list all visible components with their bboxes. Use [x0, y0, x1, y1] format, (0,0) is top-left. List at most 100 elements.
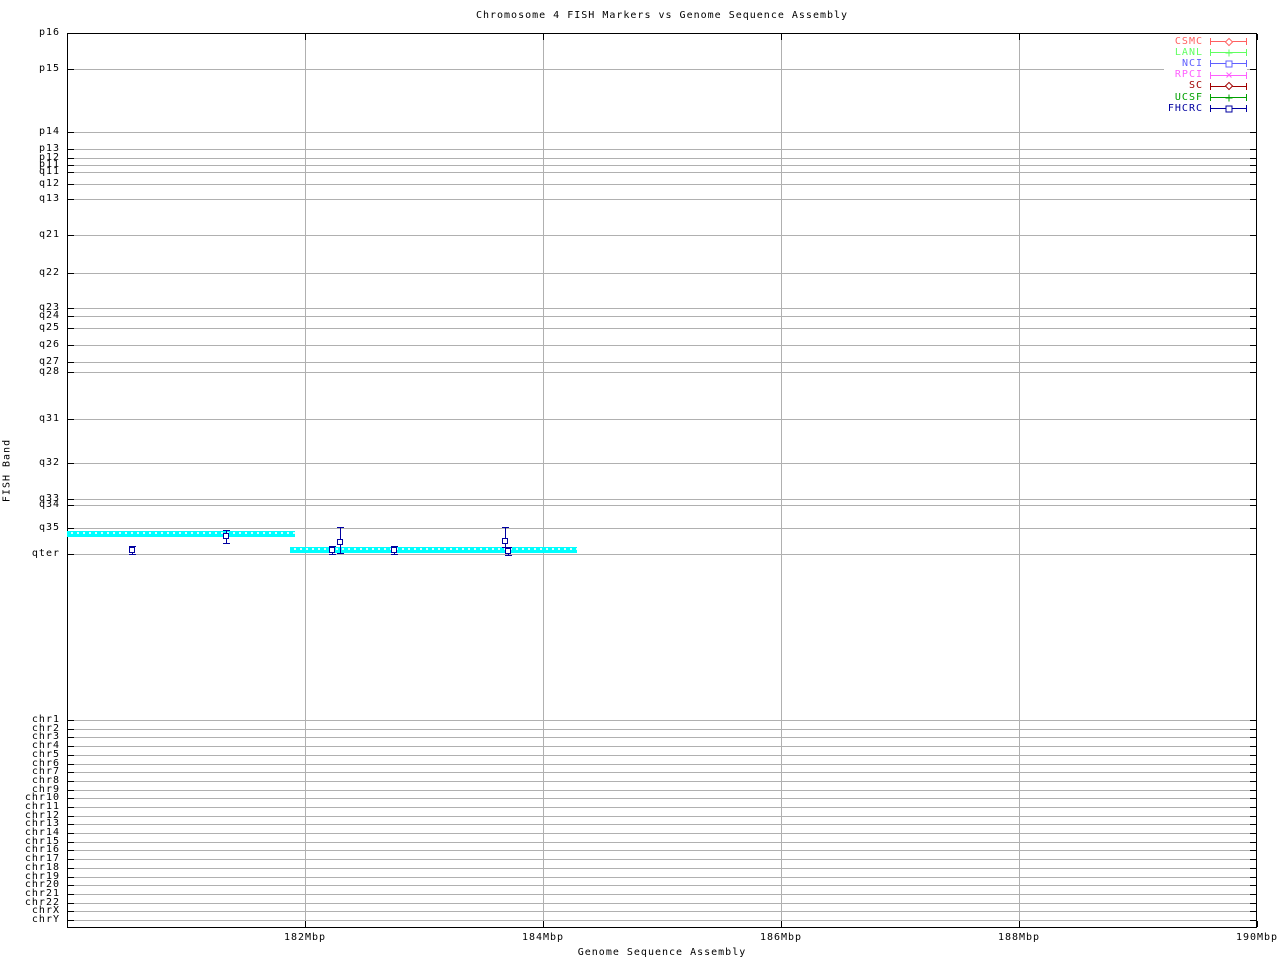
y-tick-label: qter — [31, 548, 60, 559]
legend-sample — [1210, 104, 1247, 113]
error-bar-cap-bottom — [505, 555, 512, 556]
y-tick-left — [68, 764, 74, 765]
y-tick-label: p14 — [38, 126, 60, 137]
y-tick-left — [68, 920, 74, 921]
y-tick-right — [1250, 798, 1256, 799]
y-tick-right — [1250, 868, 1256, 869]
legend-label: NCI — [1181, 57, 1203, 69]
y-tick-right — [1250, 885, 1256, 886]
y-tick-right — [1250, 920, 1256, 921]
y-tick-right — [1250, 69, 1256, 70]
diamond-marker-icon — [1224, 82, 1233, 91]
legend-row: SC — [1168, 81, 1247, 92]
y-tick-left — [68, 499, 74, 500]
legend-sample-cap-right — [1246, 38, 1247, 46]
y-tick-label: q34 — [38, 499, 60, 510]
legend-sample-cap-left — [1210, 49, 1211, 57]
square-marker-icon — [1225, 105, 1232, 113]
data-point — [129, 547, 135, 553]
y-tick-left — [68, 720, 74, 721]
x-tick-label: 190Mbp — [1235, 932, 1279, 943]
y-tick-right — [1250, 172, 1256, 173]
y-tick-left — [68, 165, 74, 166]
y-tick-left — [68, 328, 74, 329]
y-tick-left — [68, 362, 74, 363]
x-tick-top — [305, 34, 306, 40]
legend-label: UCSF — [1174, 91, 1203, 103]
y-tick-left — [68, 554, 74, 555]
y-tick-right — [1250, 158, 1256, 159]
y-tick-left — [68, 850, 74, 851]
legend-row: LANL — [1168, 47, 1247, 58]
y-tick-right — [1250, 316, 1256, 317]
y-tick-right — [1250, 419, 1256, 420]
y-tick-right — [1250, 790, 1256, 791]
legend-row: RPCI — [1168, 70, 1247, 81]
y-tick-label: q12 — [38, 178, 60, 189]
y-tick-left — [68, 859, 74, 860]
legend-label: FHCRC — [1167, 102, 1203, 114]
legend-sample-cap-left — [1210, 38, 1211, 46]
legend-row: UCSF — [1168, 92, 1247, 103]
y-tick-right — [1250, 859, 1256, 860]
legend-row: FHCRC — [1168, 103, 1247, 114]
y-tick-right — [1250, 720, 1256, 721]
legend: CSMC LANL NCI RPCI SC UCSF FHCRC — [1163, 36, 1247, 115]
y-tick-left — [68, 69, 74, 70]
y-tick-left — [68, 316, 74, 317]
y-tick-label: q35 — [38, 522, 60, 533]
legend-label: RPCI — [1174, 69, 1203, 81]
legend-sample — [1210, 59, 1247, 68]
data-point — [329, 547, 335, 553]
y-tick-right — [1250, 362, 1256, 363]
y-tick-left — [68, 807, 74, 808]
y-tick-label: q24 — [38, 310, 60, 321]
x-tick-label: 188Mbp — [997, 932, 1041, 943]
y-tick-left — [68, 755, 74, 756]
y-tick-right — [1250, 764, 1256, 765]
y-tick-left — [68, 372, 74, 373]
y-tick-label: q31 — [38, 413, 60, 424]
y-tick-right — [1250, 746, 1256, 747]
y-tick-right — [1250, 729, 1256, 730]
data-point — [391, 547, 397, 553]
y-tick-right — [1250, 737, 1256, 738]
y-tick-right — [1250, 772, 1256, 773]
y-tick-right — [1250, 499, 1256, 500]
error-bar-cap-top — [223, 530, 230, 531]
y-tick-right — [1250, 894, 1256, 895]
plus-marker-icon — [1225, 49, 1232, 57]
y-tick-left — [68, 903, 74, 904]
y-tick-right — [1250, 842, 1256, 843]
data-point — [337, 539, 343, 545]
y-tick-right — [1250, 184, 1256, 185]
error-bar-cap-top — [502, 527, 509, 528]
plot-border — [67, 33, 1257, 928]
y-tick-label: q25 — [38, 322, 60, 333]
legend-row: CSMC — [1168, 36, 1247, 47]
x-tick-label: 182Mbp — [283, 932, 327, 943]
y-tick-left — [68, 528, 74, 529]
y-tick-left — [68, 184, 74, 185]
legend-sample — [1210, 82, 1247, 91]
y-tick-right — [1250, 33, 1256, 34]
y-tick-right — [1250, 235, 1256, 236]
y-tick-left — [68, 798, 74, 799]
y-axis-title: FISH Band — [1, 438, 13, 503]
legend-sample — [1210, 93, 1247, 102]
y-tick-left — [68, 132, 74, 133]
error-bar-cap-bottom — [337, 553, 344, 554]
chart-canvas: Chromosome 4 FISH Markers vs Genome Sequ… — [0, 0, 1280, 960]
y-tick-left — [68, 158, 74, 159]
y-tick-label: q13 — [38, 193, 60, 204]
x-tick-top — [543, 34, 544, 40]
legend-row: NCI — [1168, 58, 1247, 69]
data-point — [502, 538, 508, 544]
legend-sample-cap-left — [1210, 60, 1211, 68]
diamond-marker-icon — [1224, 37, 1233, 46]
legend-label: CSMC — [1174, 35, 1203, 47]
y-tick-left — [68, 273, 74, 274]
y-tick-right — [1250, 807, 1256, 808]
y-tick-left — [68, 308, 74, 309]
y-tick-right — [1250, 850, 1256, 851]
